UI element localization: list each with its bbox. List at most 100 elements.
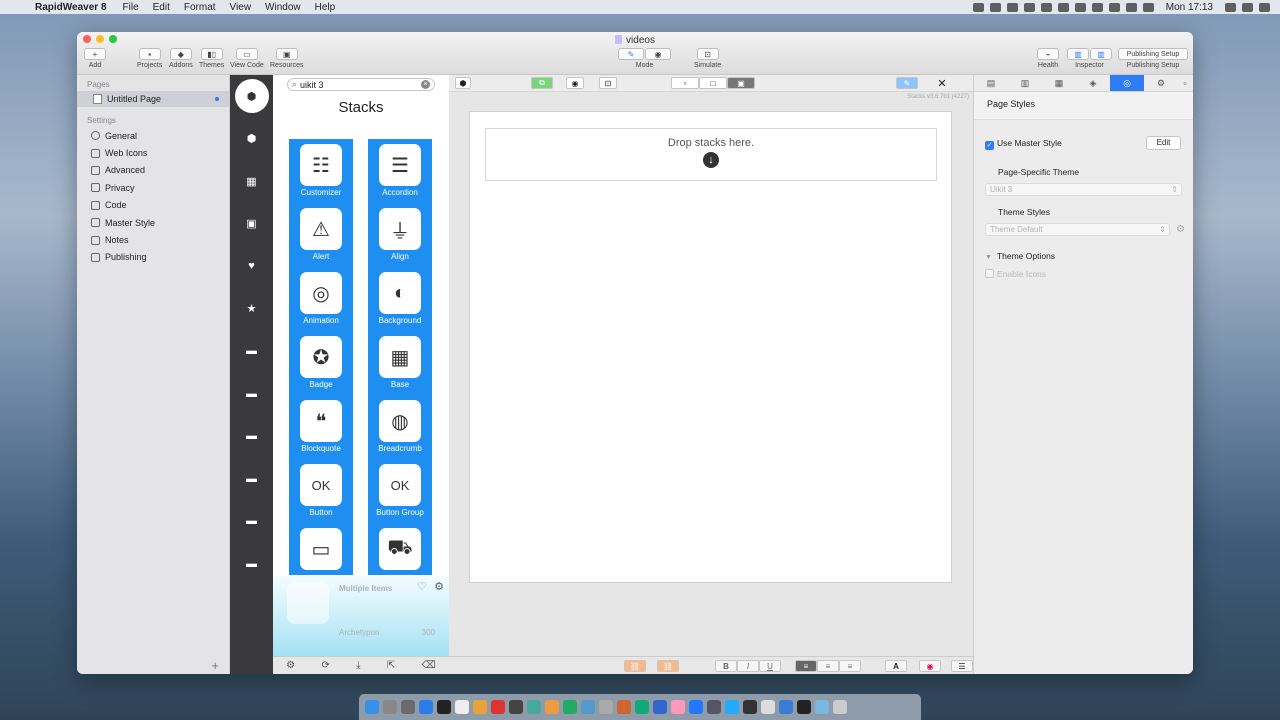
align-left-icon[interactable]: ≡ <box>795 660 817 672</box>
category-folder-icon[interactable]: ▬ <box>230 373 273 416</box>
stack-tile[interactable]: OK Button <box>289 459 353 523</box>
search-input[interactable]: uikit 3 <box>300 80 324 90</box>
volume-icon[interactable] <box>1108 2 1120 12</box>
app-menu[interactable]: RapidWeaver 8 <box>28 2 116 13</box>
refresh-icon[interactable]: ⟳ <box>321 660 329 671</box>
category-folder-icon[interactable]: ▬ <box>230 543 273 586</box>
tab-page-icon[interactable]: ▥ <box>1008 75 1042 91</box>
device-large-icon[interactable]: ▣ <box>727 77 755 89</box>
menubar-clock[interactable]: Mon 17:13 <box>1160 2 1219 13</box>
stack-tile[interactable]: ▦ Base <box>368 331 432 395</box>
projects-button[interactable]: ▪ Projects <box>137 48 162 69</box>
sidebar-item-general[interactable]: General <box>77 127 229 144</box>
app-icon[interactable] <box>689 700 703 714</box>
app-icon[interactable] <box>527 700 541 714</box>
mode-control[interactable]: ✎ ◉ Mode <box>618 48 671 69</box>
category-folder-icon[interactable]: ▬ <box>230 415 273 458</box>
status-icon[interactable] <box>1040 2 1052 12</box>
app-icon[interactable] <box>545 700 559 714</box>
tab-extra-icon[interactable]: ▫ <box>1178 75 1192 91</box>
wifi-icon[interactable] <box>1091 2 1103 12</box>
bluetooth-icon[interactable] <box>1074 2 1086 12</box>
category-star-icon[interactable]: ★ <box>230 288 273 331</box>
stack-tile[interactable]: OK Button Group <box>368 459 432 523</box>
add-page-plus-icon[interactable]: + <box>211 658 219 673</box>
calendar-icon[interactable] <box>455 700 469 714</box>
app-icon[interactable] <box>509 700 523 714</box>
trash-icon[interactable] <box>833 700 847 714</box>
category-folder-icon[interactable]: ▬ <box>230 458 273 501</box>
battery-icon[interactable] <box>1125 2 1137 12</box>
app-icon[interactable] <box>563 700 577 714</box>
stack-tile[interactable]: ⚠ Alert <box>289 203 353 267</box>
addons-button[interactable]: ◆ Addons <box>169 48 193 69</box>
stack-tile[interactable]: ❝ Blockquote <box>289 395 353 459</box>
app-icon[interactable] <box>599 700 613 714</box>
tab-styles-icon[interactable]: ◎ <box>1110 75 1144 91</box>
theme-options-disclosure[interactable]: ▼ Theme Options <box>985 251 1055 261</box>
sketch-icon[interactable] <box>671 700 685 714</box>
align-center-icon[interactable]: ≡ <box>817 660 839 672</box>
sidebar-item-notes[interactable]: Notes <box>77 231 229 248</box>
color-wheel-icon[interactable]: ◉ <box>919 660 941 672</box>
edit-pencil-icon[interactable]: ✎ <box>896 77 918 89</box>
preview-gear-icon[interactable]: ⚙ <box>434 580 444 593</box>
status-icon[interactable] <box>1057 2 1069 12</box>
preview-eye-icon[interactable]: ◉ <box>566 77 584 89</box>
app-icon[interactable] <box>725 700 739 714</box>
trash-icon[interactable]: ⌫ <box>422 660 436 671</box>
favorite-heart-icon[interactable]: ♡ <box>417 580 427 593</box>
align-right-icon[interactable]: ≡ <box>839 660 861 672</box>
tab-settings-gear-icon[interactable]: ⚙ <box>1144 75 1178 91</box>
app-icon[interactable] <box>779 700 793 714</box>
sidebar-item-web-icons[interactable]: Web Icons <box>77 144 229 161</box>
category-folder-icon[interactable]: ▬ <box>230 500 273 543</box>
category-cubes-icon[interactable]: ⬢ <box>230 118 273 161</box>
category-stacks[interactable]: ⬢ <box>230 75 273 118</box>
slack-icon[interactable] <box>437 700 451 714</box>
view-code-button[interactable]: ▭ View Code <box>230 48 264 69</box>
terminal-icon[interactable] <box>797 700 811 714</box>
health-button[interactable]: ⌁ Health <box>1037 48 1059 69</box>
menu-edit[interactable]: Edit <box>146 2 177 13</box>
sidebar-item-advanced[interactable]: Advanced <box>77 162 229 179</box>
close-icon[interactable]: ✕ <box>933 77 951 90</box>
simulate-button[interactable]: ⊡ Simulate <box>694 48 721 69</box>
font-icon[interactable]: A <box>885 660 907 672</box>
page-canvas[interactable]: Drop stacks here. ↓ <box>469 111 952 583</box>
dropbox-icon[interactable] <box>1023 2 1035 12</box>
clear-search-icon[interactable]: × <box>421 80 430 89</box>
export-icon[interactable]: ⇱ <box>387 660 395 671</box>
theme-styles-gear-icon[interactable]: ⚙ <box>1176 224 1185 235</box>
drop-zone[interactable]: Drop stacks here. ↓ <box>485 128 937 181</box>
menu-help[interactable]: Help <box>308 2 343 13</box>
menu-view[interactable]: View <box>223 2 259 13</box>
inspector-toggle[interactable]: ▥ ▥ Inspector <box>1067 48 1112 69</box>
siri-icon[interactable] <box>1242 2 1253 12</box>
edit-mode-pencil-icon[interactable]: ✎ <box>618 48 644 60</box>
left-panel-icon[interactable]: ▥ <box>1067 48 1089 60</box>
stack-tile[interactable]: ◐ Background <box>368 267 432 331</box>
list-icon[interactable]: ☰ <box>951 660 973 672</box>
stack-tile[interactable]: ▭ <box>289 523 353 575</box>
preview-mode-eye-icon[interactable]: ◉ <box>645 48 671 60</box>
app-icon[interactable] <box>707 700 721 714</box>
sidebar-page-untitled[interactable]: Untitled Page <box>77 91 229 107</box>
unlink-icon[interactable]: ⛓ <box>657 660 679 672</box>
tab-header-icon[interactable]: ▦ <box>1042 75 1076 91</box>
status-icon[interactable] <box>1006 2 1018 12</box>
category-image-icon[interactable]: ▣ <box>230 203 273 246</box>
stack-tile[interactable]: ✪ Badge <box>289 331 353 395</box>
enable-icons-checkbox[interactable]: Enable Icons <box>985 269 1046 279</box>
safari-icon[interactable] <box>419 700 433 714</box>
device-small-icon[interactable]: ▫ <box>671 77 699 89</box>
add-button[interactable]: + Add <box>84 48 106 69</box>
sidebar-item-master-style[interactable]: Master Style <box>77 214 229 231</box>
status-icon[interactable] <box>989 2 1001 12</box>
cube-toggle-icon[interactable]: ⬢ <box>455 77 471 89</box>
stack-tile[interactable]: ◎ Animation <box>289 267 353 331</box>
status-icon[interactable] <box>972 2 984 12</box>
category-heart-icon[interactable]: ♥ <box>230 245 273 288</box>
photos-icon[interactable] <box>473 700 487 714</box>
page-specific-theme-select[interactable]: Uikit 3 ⇕ <box>985 183 1182 196</box>
